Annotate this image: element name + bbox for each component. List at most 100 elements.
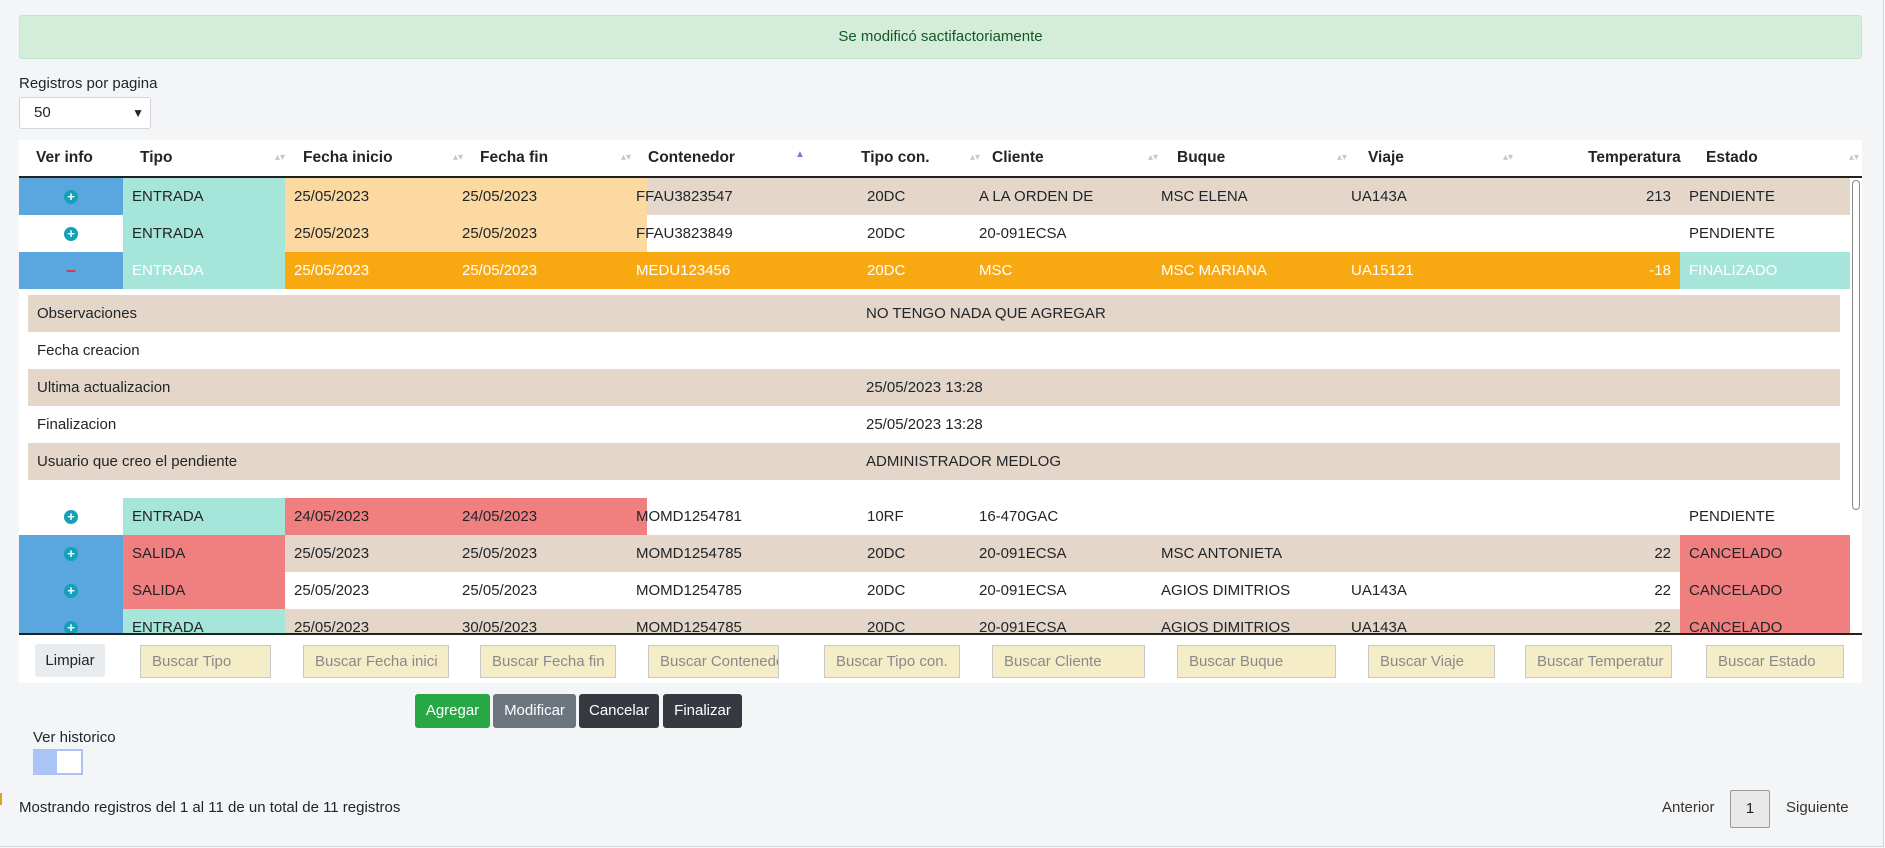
filter-input-buque[interactable]: Buscar Buque — [1177, 645, 1336, 678]
cell-fecha-inicio: 24/05/2023 — [285, 498, 453, 535]
toggle-knob — [35, 751, 57, 773]
table-row[interactable]: + SALIDA 25/05/2023 25/05/2023 MOMD1254785 20… — [19, 572, 1850, 609]
sort-icon: ▴▾ — [1148, 152, 1159, 163]
page-length-select[interactable]: 50 ▼ — [19, 97, 151, 129]
filter-input-temperatura[interactable]: Buscar Temperatur — [1525, 645, 1672, 678]
plus-circle-icon: + — [64, 621, 78, 633]
cell-fecha-fin: 25/05/2023 — [453, 215, 647, 252]
filter-input-tipo-con[interactable]: Buscar Tipo con. — [824, 645, 960, 678]
column-header-buque[interactable]: Buque — [1177, 140, 1225, 176]
finalize-button[interactable]: Finalizar — [663, 694, 742, 728]
column-header-fecha-fin[interactable]: Fecha fin — [480, 140, 548, 176]
column-header-fecha-inicio[interactable]: Fecha inicio — [303, 140, 393, 176]
detail-row: Fecha creacion — [28, 332, 1840, 369]
edge-marker — [0, 793, 2, 805]
cell-viaje: UA143A — [1351, 582, 1407, 599]
history-toggle-label: Ver historico — [33, 729, 116, 746]
filter-input-fecha-fin[interactable]: Buscar Fecha fin — [480, 645, 616, 678]
modify-button[interactable]: Modificar — [493, 694, 576, 728]
pagination-previous[interactable]: Anterior — [1662, 799, 1715, 816]
sort-icon: ▴▾ — [1337, 152, 1348, 163]
expand-row-button[interactable]: + — [19, 215, 123, 252]
cell-buque: AGIOS DIMITRIOS — [1161, 582, 1291, 599]
cell-contenedor: FFAU3823547 — [636, 188, 733, 205]
table-row[interactable]: + ENTRADA 24/05/2023 24/05/2023 MOMD1254781 1… — [19, 498, 1850, 535]
cell-buque: AGIOS DIMITRIOS — [1161, 619, 1291, 633]
filter-input-tipo[interactable]: Buscar Tipo — [140, 645, 271, 678]
chevron-down-icon: ▼ — [132, 106, 144, 120]
cell-cliente: 20-091ECSA — [979, 619, 1067, 633]
cell-tipo: ENTRADA — [123, 178, 285, 215]
history-toggle[interactable] — [33, 749, 83, 775]
column-header-cliente[interactable]: Cliente — [992, 140, 1044, 176]
cell-fecha-inicio: 25/05/2023 — [294, 619, 370, 633]
cell-cliente: 20-091ECSA — [979, 545, 1067, 562]
table-body[interactable]: + ENTRADA 25/05/2023 25/05/2023 FFAU3823547 2… — [19, 178, 1862, 633]
pagination-page-1[interactable]: 1 — [1730, 790, 1770, 828]
detail-label: Fecha creacion — [37, 342, 140, 359]
table-row[interactable]: + ENTRADA 25/05/2023 25/05/2023 FFAU3823547 2… — [19, 178, 1850, 215]
clear-filters-button[interactable]: Limpiar — [35, 644, 105, 677]
column-header-temperatura[interactable]: Temperatura — [1588, 140, 1681, 176]
cell-estado: PENDIENTE — [1689, 188, 1775, 205]
cell-temperatura — [1502, 215, 1680, 252]
cell-fecha-inicio: 25/05/2023 — [294, 545, 370, 562]
detail-value: 25/05/2023 13:28 — [866, 379, 983, 396]
cell-tipo-con: 20DC — [867, 188, 906, 205]
cell-temperatura: 22 — [1654, 545, 1671, 562]
cell-contenedor: MOMD1254781 — [636, 508, 742, 525]
sort-icon: ▴▾ — [1849, 152, 1860, 163]
cell-fecha-inicio: 25/05/2023 — [285, 178, 453, 215]
cell-contenedor: MOMD1254785 — [636, 545, 742, 562]
expand-row-button[interactable]: + — [19, 535, 123, 572]
sort-ascending-icon: ▲ — [795, 149, 805, 160]
detail-value: NO TENGO NADA QUE AGREGAR — [866, 305, 1106, 322]
cell-contenedor: FFAU3823849 — [636, 225, 733, 242]
column-header-contenedor[interactable]: Contenedor — [648, 140, 735, 176]
scrollbar-thumb[interactable] — [1852, 180, 1860, 510]
table-scrollbar[interactable] — [1850, 178, 1862, 633]
table-row[interactable]: – ENTRADA 25/05/2023 25/05/2023 MEDU123456 20… — [19, 252, 1850, 289]
column-header-ver[interactable]: Ver info — [36, 140, 93, 176]
table-row[interactable]: + ENTRADA 25/05/2023 25/05/2023 FFAU3823849 2… — [19, 215, 1850, 252]
column-header-estado[interactable]: Estado — [1706, 140, 1758, 176]
cell-buque — [1152, 498, 1342, 535]
cell-cliente: 20-091ECSA — [979, 225, 1067, 242]
detail-row: Observaciones NO TENGO NADA QUE AGREGAR — [28, 295, 1840, 332]
filter-input-fecha-inicio[interactable]: Buscar Fecha inici — [303, 645, 449, 678]
cell-cliente: A LA ORDEN DE — [979, 188, 1094, 205]
cell-tipo-con: 20DC — [867, 582, 906, 599]
filter-input-contenedor[interactable]: Buscar Contenedo — [648, 645, 779, 678]
cell-buque: MSC ELENA — [1161, 188, 1248, 205]
cell-viaje — [1342, 215, 1502, 252]
table-row[interactable]: + SALIDA 25/05/2023 25/05/2023 MOMD1254785 20… — [19, 535, 1850, 572]
filter-input-estado[interactable]: Buscar Estado — [1706, 645, 1844, 678]
cell-contenedor: MOMD1254785 — [636, 582, 742, 599]
cell-contenedor: MOMD1254785 — [636, 619, 742, 633]
column-header-viaje[interactable]: Viaje — [1368, 140, 1404, 176]
collapse-row-button[interactable]: – — [19, 252, 123, 289]
column-header-tipo[interactable]: Tipo — [140, 140, 172, 176]
cell-buque — [1152, 215, 1342, 252]
detail-value: 25/05/2023 13:28 — [866, 416, 983, 433]
expand-row-button[interactable]: + — [19, 572, 123, 609]
table-row[interactable]: + ENTRADA 25/05/2023 30/05/2023 MOMD1254785 2… — [19, 609, 1850, 633]
filter-input-cliente[interactable]: Buscar Cliente — [992, 645, 1145, 678]
filter-input-viaje[interactable]: Buscar Viaje — [1368, 645, 1495, 678]
cancel-button[interactable]: Cancelar — [579, 694, 659, 728]
expand-row-button[interactable]: + — [19, 609, 123, 633]
cell-fecha-fin: 25/05/2023 — [462, 262, 538, 279]
cell-estado: CANCELADO — [1680, 572, 1850, 609]
column-header-tipo-con[interactable]: Tipo con. — [861, 140, 930, 176]
sort-icon: ▴▾ — [1503, 152, 1514, 163]
pagination-next[interactable]: Siguiente — [1786, 799, 1849, 816]
cell-fecha-fin: 24/05/2023 — [453, 498, 647, 535]
expand-row-button[interactable]: + — [19, 178, 123, 215]
cell-estado: FINALIZADO — [1680, 252, 1850, 289]
add-button[interactable]: Agregar — [415, 694, 490, 728]
detail-value: ADMINISTRADOR MEDLOG — [866, 453, 1062, 470]
expand-row-button[interactable]: + — [19, 498, 123, 535]
cell-fecha-inicio: 25/05/2023 — [294, 582, 370, 599]
cell-estado: CANCELADO — [1680, 535, 1850, 572]
cell-fecha-inicio: 25/05/2023 — [285, 215, 453, 252]
